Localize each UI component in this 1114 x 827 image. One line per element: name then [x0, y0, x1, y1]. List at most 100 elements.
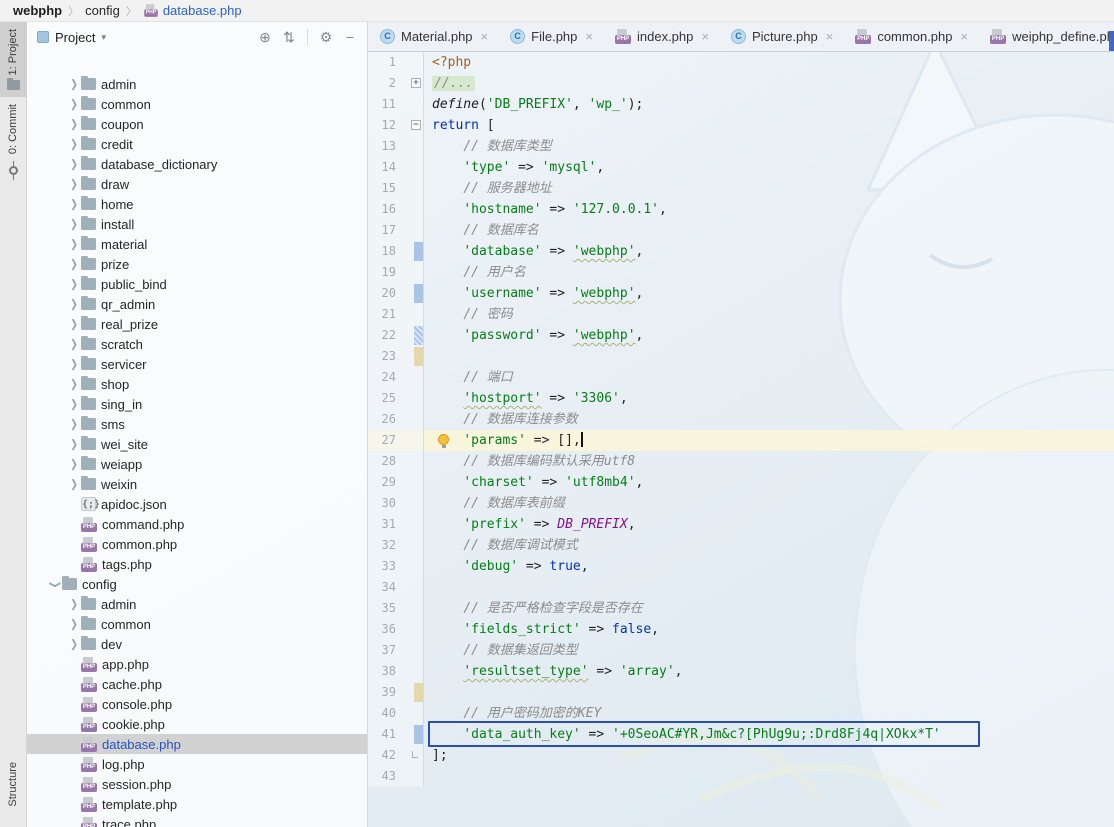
code-line-42[interactable]: 42];: [368, 745, 1114, 766]
editor-tab-File.php[interactable]: C File.php ×: [498, 22, 603, 51]
tree-row-database.php[interactable]: database.php: [27, 734, 367, 754]
code-line-29[interactable]: 29 'charset' => 'utf8mb4',: [368, 472, 1114, 493]
code-line-34[interactable]: 34: [368, 577, 1114, 598]
tree-row-sing_in[interactable]: ❯ sing_in: [27, 394, 367, 414]
breadcrumb-item-folder[interactable]: config: [85, 3, 120, 18]
tree-row-real_prize[interactable]: ❯ real_prize: [27, 314, 367, 334]
chevron-right-icon[interactable]: ❯: [67, 417, 81, 430]
editor-tab-Picture.php[interactable]: C Picture.php ×: [719, 22, 843, 51]
code-line-25[interactable]: 25 'hostport' => '3306',: [368, 388, 1114, 409]
tree-row-tags.php[interactable]: tags.php: [27, 554, 367, 574]
gutter[interactable]: 17: [368, 220, 424, 241]
collapse-all-icon[interactable]: ⇅: [280, 29, 298, 46]
chevron-right-icon[interactable]: ❯: [67, 237, 81, 250]
gutter[interactable]: 42: [368, 745, 424, 766]
tree-row-common.php[interactable]: common.php: [27, 534, 367, 554]
gutter[interactable]: 21: [368, 304, 424, 325]
gutter[interactable]: 16: [368, 199, 424, 220]
gutter[interactable]: 24: [368, 367, 424, 388]
chevron-right-icon[interactable]: ❯: [67, 157, 81, 170]
code-line-21[interactable]: 21 // 密码: [368, 304, 1114, 325]
tree-row-weiapp[interactable]: ❯ weiapp: [27, 454, 367, 474]
chevron-right-icon[interactable]: ❯: [67, 117, 81, 130]
tree-row-apidoc.json[interactable]: {;} apidoc.json: [27, 494, 367, 514]
tree-row-wei_site[interactable]: ❯ wei_site: [27, 434, 367, 454]
tree-row-scratch[interactable]: ❯ scratch: [27, 334, 367, 354]
tab-close-icon[interactable]: ×: [701, 29, 709, 44]
breadcrumb-item-project[interactable]: webphp: [13, 3, 62, 18]
chevron-right-icon[interactable]: ❯: [67, 137, 81, 150]
tree-row-common[interactable]: ❯ common: [27, 614, 367, 634]
chevron-right-icon[interactable]: ❯: [67, 257, 81, 270]
gutter[interactable]: 43: [368, 766, 424, 787]
gutter[interactable]: 25: [368, 388, 424, 409]
tab-close-icon[interactable]: ×: [826, 29, 834, 44]
stripe-structure-button[interactable]: Structure: [0, 755, 27, 827]
gutter[interactable]: 13: [368, 136, 424, 157]
code-line-17[interactable]: 17 // 数据库名: [368, 220, 1114, 241]
editor-tab-weiphp_define.php[interactable]: weiphp_define.php×: [978, 22, 1114, 51]
gutter[interactable]: 19: [368, 262, 424, 283]
project-dropdown[interactable]: Project: [55, 30, 95, 45]
settings-gear-icon[interactable]: ⚙: [317, 29, 335, 46]
gutter[interactable]: 41: [368, 724, 424, 745]
code-line-30[interactable]: 30 // 数据库表前缀: [368, 493, 1114, 514]
tree-row-command.php[interactable]: command.php: [27, 514, 367, 534]
code-line-19[interactable]: 19 // 用户名: [368, 262, 1114, 283]
tree-row-console.php[interactable]: console.php: [27, 694, 367, 714]
gutter[interactable]: 29: [368, 472, 424, 493]
intention-lightbulb-icon[interactable]: [438, 434, 449, 448]
gutter[interactable]: 12 −: [368, 115, 424, 136]
code-line-28[interactable]: 28 // 数据库编码默认采用utf8: [368, 451, 1114, 472]
tree-row-log.php[interactable]: log.php: [27, 754, 367, 774]
editor-tab-Material.php[interactable]: C Material.php ×: [368, 22, 498, 51]
code-line-20[interactable]: 20 'username' => 'webphp',: [368, 283, 1114, 304]
code-line-37[interactable]: 37 // 数据集返回类型: [368, 640, 1114, 661]
tree-row-prize[interactable]: ❯ prize: [27, 254, 367, 274]
tree-row-qr_admin[interactable]: ❯ qr_admin: [27, 294, 367, 314]
gutter[interactable]: 31: [368, 514, 424, 535]
code-line-15[interactable]: 15 // 服务器地址: [368, 178, 1114, 199]
code-line-24[interactable]: 24 // 端口: [368, 367, 1114, 388]
tree-row-credit[interactable]: ❯ credit: [27, 134, 367, 154]
tree-row-cache.php[interactable]: cache.php: [27, 674, 367, 694]
code-line-16[interactable]: 16 'hostname' => '127.0.0.1',: [368, 199, 1114, 220]
code-line-33[interactable]: 33 'debug' => true,: [368, 556, 1114, 577]
code-line-40[interactable]: 40 // 用户密码加密的KEY: [368, 703, 1114, 724]
code-line-23[interactable]: 23: [368, 346, 1114, 367]
tree-row-coupon[interactable]: ❯ coupon: [27, 114, 367, 134]
chevron-right-icon[interactable]: ❯: [67, 337, 81, 350]
tree-row-shop[interactable]: ❯ shop: [27, 374, 367, 394]
gutter[interactable]: 36: [368, 619, 424, 640]
gutter[interactable]: 18: [368, 241, 424, 262]
code-line-41[interactable]: 41 'data_auth_key' => '+0SeoAC#YR,Jm&c?[…: [368, 721, 1114, 747]
tree-row-admin[interactable]: ❯ admin: [27, 594, 367, 614]
code-line-1[interactable]: 1 <?php: [368, 52, 1114, 73]
code-line-26[interactable]: 26 // 数据库连接参数: [368, 409, 1114, 430]
gutter[interactable]: 38: [368, 661, 424, 682]
tree-row-sms[interactable]: ❯ sms: [27, 414, 367, 434]
chevron-right-icon[interactable]: ❯: [67, 357, 81, 370]
gutter[interactable]: 23: [368, 346, 424, 367]
code-line-14[interactable]: 14 'type' => 'mysql',: [368, 157, 1114, 178]
chevron-right-icon[interactable]: ❯: [67, 617, 81, 630]
code-line-38[interactable]: 38 'resultset_type' => 'array',: [368, 661, 1114, 682]
code-line-35[interactable]: 35 // 是否严格检查字段是否存在: [368, 598, 1114, 619]
tree-row-session.php[interactable]: session.php: [27, 774, 367, 794]
chevron-right-icon[interactable]: ❯: [67, 197, 81, 210]
gutter[interactable]: 40: [368, 703, 424, 724]
tree-row-template.php[interactable]: template.php: [27, 794, 367, 814]
chevron-right-icon[interactable]: ❯: [67, 597, 81, 610]
breadcrumb-item-file[interactable]: database.php: [163, 3, 242, 18]
tab-close-icon[interactable]: ×: [960, 29, 968, 44]
gutter[interactable]: 37: [368, 640, 424, 661]
code-line-39[interactable]: 39: [368, 682, 1114, 703]
chevron-right-icon[interactable]: ❯: [67, 457, 81, 470]
chevron-right-icon[interactable]: ❯: [67, 397, 81, 410]
stripe-commit-button[interactable]: 0: Commit: [0, 97, 27, 187]
tree-row-home[interactable]: ❯ home: [27, 194, 367, 214]
code-line-2[interactable]: 2 +//...: [368, 73, 1114, 94]
tree-row-trace.php[interactable]: trace.php: [27, 814, 367, 827]
gutter[interactable]: 35: [368, 598, 424, 619]
tree-row-common[interactable]: ❯ common: [27, 94, 367, 114]
